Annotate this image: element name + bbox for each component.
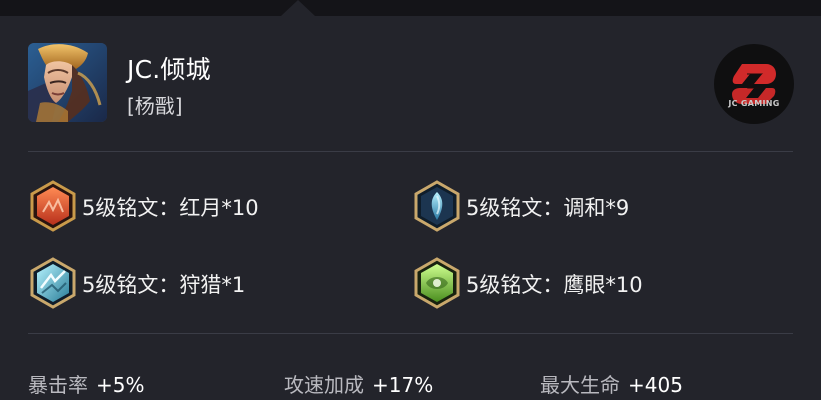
inscription-label: 5级铭文：红月*10 (82, 196, 259, 220)
inscription-label: 5级铭文：鹰眼*10 (466, 273, 643, 297)
stat-key: 暴击率 (28, 373, 88, 397)
stat-crit-rate: 暴击率 +5% (28, 369, 145, 398)
hero-portrait-icon (28, 43, 107, 122)
inscriptions-divider (28, 333, 793, 334)
stat-value: +405 (628, 373, 683, 397)
pointer-notch (281, 0, 315, 16)
harmony-rune-icon (414, 180, 460, 232)
stat-key: 攻速加成 (284, 373, 364, 397)
stat-max-health: 最大生命 +405 (540, 369, 683, 398)
top-bar (0, 0, 821, 16)
player-name: JC.倾城 (127, 55, 211, 84)
hero-name: [杨戬] (127, 94, 183, 118)
red-moon-rune-icon (30, 180, 76, 232)
team-logo-text: JC GAMING (728, 99, 780, 108)
hunt-rune-icon (30, 257, 76, 309)
inscription-label: 5级铭文：狩猎*1 (82, 273, 246, 297)
inscription-label: 5级铭文：调和*9 (466, 196, 630, 220)
stat-key: 最大生命 (540, 373, 620, 397)
stat-value: +17% (372, 373, 434, 397)
eagle-eye-rune-icon (414, 257, 460, 309)
jc-gaming-logo-icon (732, 64, 776, 104)
stat-attack-speed: 攻速加成 +17% (284, 369, 433, 398)
hero-avatar[interactable] (28, 43, 107, 122)
header-divider (28, 151, 793, 152)
team-logo[interactable]: JC GAMING (714, 44, 794, 124)
stat-value: +5% (96, 373, 145, 397)
